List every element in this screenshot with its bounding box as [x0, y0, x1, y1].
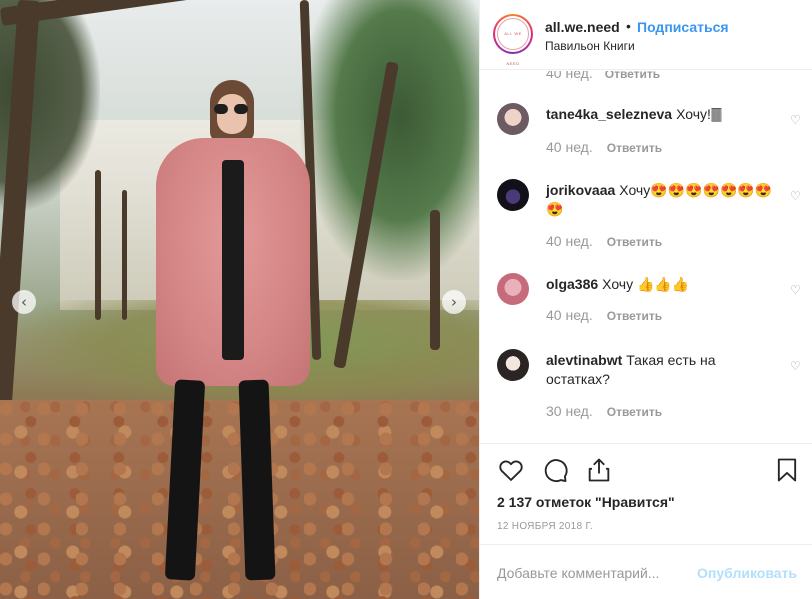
location-link[interactable]: Павильон Книги [545, 39, 635, 53]
username-link[interactable]: all.we.need [545, 19, 620, 35]
comment-time[interactable]: 40 нед. [546, 139, 593, 155]
heart-icon[interactable]: ♡ [790, 283, 801, 297]
chevron-left-icon: ‹ [21, 293, 27, 311]
avatar-logo: ALL WE NEED [497, 18, 529, 66]
likes-count[interactable]: 2 137 отметок "Нравится" [497, 494, 675, 510]
comment-input[interactable]: Добавьте комментарий... [497, 565, 659, 581]
comment-username[interactable]: tane4ka_selezneva [546, 106, 672, 122]
tree-trunk [430, 210, 440, 350]
separator-dot: • [626, 18, 631, 34]
tree-trunk [122, 190, 127, 320]
comment-username[interactable]: alevtinabwt [546, 352, 622, 368]
comment-icon[interactable] [541, 456, 569, 484]
carousel-next-button[interactable]: › [442, 290, 466, 314]
heart-icon[interactable]: ♡ [790, 113, 801, 127]
avatar[interactable] [497, 349, 529, 381]
comment-username[interactable]: jorikovaaa [546, 182, 615, 198]
chevron-right-icon: › [451, 293, 457, 311]
comment-text: Хочу!🀫 [676, 106, 723, 122]
comment-text: Хочу 👍👍👍 [602, 276, 690, 292]
reply-button[interactable]: Ответить [607, 141, 662, 155]
heart-icon[interactable]: ♡ [790, 189, 801, 203]
bookmark-icon[interactable] [773, 456, 801, 484]
post-actions: 2 137 отметок "Нравится" 12 НОЯБРЯ 2018 … [480, 443, 812, 553]
comment-time[interactable]: 30 нед. [546, 403, 593, 419]
post-photo[interactable]: ‹ › [0, 0, 479, 599]
comments-list[interactable]: 40 нед. Ответить tane4ka_selezneva Хочу!🀫 … [480, 71, 812, 443]
reply-button[interactable]: Ответить [607, 235, 662, 249]
reply-button[interactable]: Ответить [607, 405, 662, 419]
publish-button[interactable]: Опубликовать [697, 565, 797, 581]
reply-button[interactable]: Ответить [605, 71, 660, 81]
tree-trunk [95, 170, 101, 320]
foliage-right [300, 0, 479, 280]
heart-icon[interactable]: ♡ [790, 359, 801, 373]
add-comment-bar: Добавьте комментарий... Опубликовать [480, 544, 812, 599]
avatar[interactable]: ALL WE NEED [493, 14, 533, 66]
sunglasses [214, 104, 250, 114]
comment-time[interactable]: 40 нед. [546, 233, 593, 249]
partial-comment-meta: 40 нед. Ответить [546, 71, 660, 81]
post-date: 12 НОЯБРЯ 2018 Г. [497, 521, 594, 532]
carousel-prev-button[interactable]: ‹ [12, 290, 36, 314]
post-sidebar: ALL WE NEED all.we.need • Подписаться Па… [479, 0, 812, 599]
share-icon[interactable] [585, 456, 613, 484]
post-header: ALL WE NEED all.we.need • Подписаться Па… [480, 0, 812, 70]
avatar[interactable] [497, 273, 529, 305]
like-heart-icon[interactable] [497, 456, 525, 484]
comment-time[interactable]: 40 нед. [546, 307, 593, 323]
comment-username[interactable]: olga386 [546, 276, 598, 292]
avatar[interactable] [497, 179, 529, 211]
woman-in-pink-coat [150, 80, 315, 581]
avatar[interactable] [497, 103, 529, 135]
comment-time[interactable]: 40 нед. [546, 71, 593, 81]
follow-button[interactable]: Подписаться [637, 19, 729, 35]
reply-button[interactable]: Ответить [607, 309, 662, 323]
